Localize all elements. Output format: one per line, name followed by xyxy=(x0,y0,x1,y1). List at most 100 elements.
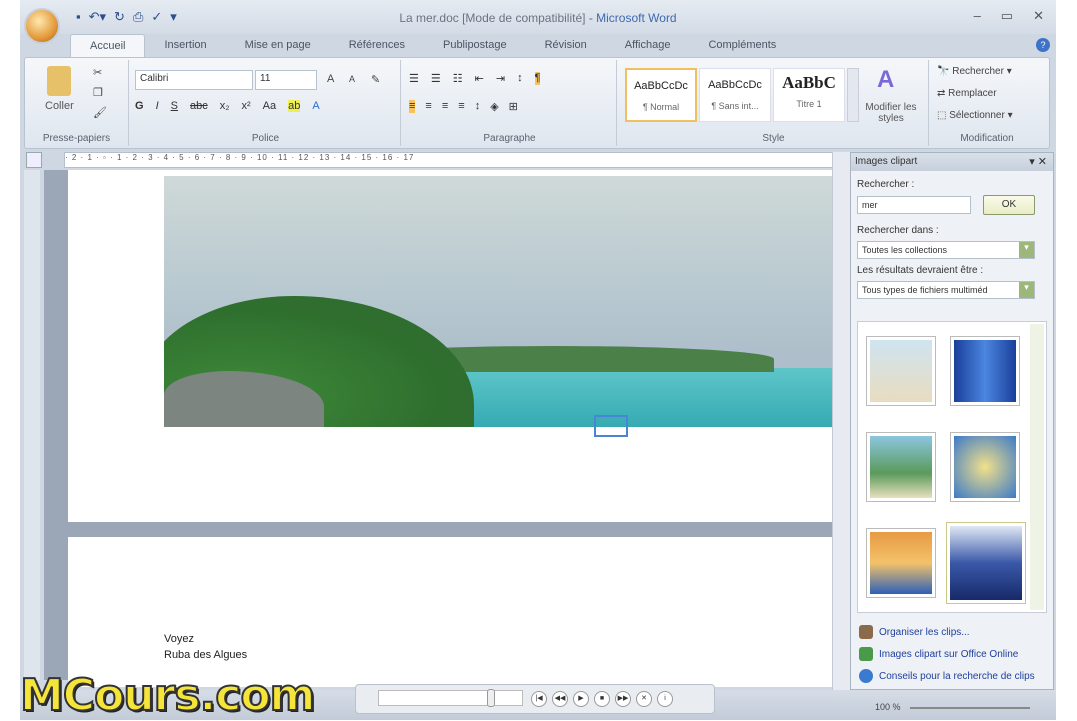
increase-indent-icon[interactable]: ⇥ xyxy=(496,72,505,85)
horizontal-ruler[interactable]: · 2 · 1 · ▫ · 1 · 2 · 3 · 4 · 5 · 6 · 7 … xyxy=(64,152,844,168)
font-color-icon[interactable]: A xyxy=(312,100,319,112)
info-icon[interactable]: i xyxy=(657,691,673,707)
close-icon[interactable]: ✕ xyxy=(636,691,652,707)
tab-affichage[interactable]: Affichage xyxy=(606,34,690,58)
highlight-icon[interactable]: ab xyxy=(288,100,301,112)
help-icon[interactable]: ? xyxy=(1036,38,1050,52)
bullets-icon[interactable]: ☰ xyxy=(409,72,419,85)
zoom-slider[interactable] xyxy=(910,707,1030,709)
clear-format-icon[interactable]: ✎ xyxy=(371,73,380,86)
replace-button[interactable]: ⇄ Remplacer xyxy=(937,88,997,99)
tab-revision[interactable]: Révision xyxy=(526,34,606,58)
tab-selector[interactable] xyxy=(26,152,42,168)
font-name-select[interactable]: Calibri xyxy=(135,70,253,90)
document-area[interactable]: Voyez Ruba des Algues xyxy=(44,170,844,687)
superscript-icon[interactable]: x² xyxy=(242,100,251,112)
select-button[interactable]: ⬚ Sélectionner ▾ xyxy=(937,110,1013,121)
clip-vacation[interactable] xyxy=(950,432,1020,502)
search-input[interactable]: mer xyxy=(857,196,971,214)
vertical-ruler[interactable] xyxy=(24,170,40,680)
first-icon[interactable]: |◀ xyxy=(531,691,547,707)
shrink-font-icon[interactable]: A xyxy=(349,74,355,84)
minimize-button[interactable]: – xyxy=(974,8,981,24)
style-heading-1[interactable]: AaBbC Titre 1 xyxy=(773,68,845,122)
results-type-select[interactable]: Tous types de fichiers multiméd ▾ xyxy=(857,281,1035,299)
search-in-select[interactable]: Toutes les collections ▾ xyxy=(857,241,1035,259)
change-styles-icon[interactable]: A xyxy=(877,66,894,94)
sea-photo[interactable] xyxy=(164,176,832,427)
copy-icon[interactable]: ❐ xyxy=(93,86,103,99)
find-button[interactable]: 🔭 Rechercher ▾ xyxy=(937,66,1012,77)
styles-scroll[interactable] xyxy=(847,68,859,122)
text-line[interactable]: Ruba des Algues xyxy=(164,649,247,661)
cut-icon[interactable]: ✂ xyxy=(93,66,102,79)
forward-icon[interactable]: ▶▶ xyxy=(615,691,631,707)
align-left-icon[interactable]: ≡ xyxy=(409,100,416,113)
underline-icon[interactable]: S xyxy=(171,100,178,112)
close-button[interactable]: ✕ xyxy=(1033,8,1044,24)
group-font: Calibri 11 A A ✎ G I Sabc x₂ x² Aa ab A Police xyxy=(131,60,401,146)
paste-icon[interactable] xyxy=(47,66,71,96)
rewind-icon[interactable]: ◀◀ xyxy=(552,691,568,707)
maximize-button[interactable]: ▭ xyxy=(1001,8,1013,24)
page[interactable]: Voyez Ruba des Algues xyxy=(68,537,832,687)
clip-beach[interactable] xyxy=(866,336,936,406)
chevron-down-icon[interactable]: ▾ xyxy=(1019,242,1034,258)
chevron-down-icon[interactable]: ▾ xyxy=(1019,282,1034,298)
pane-close-icon[interactable]: ▾ ✕ xyxy=(1029,155,1047,168)
tab-mise-en-page[interactable]: Mise en page xyxy=(226,34,330,58)
text-line[interactable]: Voyez xyxy=(164,633,194,645)
format-painter-icon[interactable]: 🖌 xyxy=(93,106,107,119)
page[interactable] xyxy=(68,170,832,522)
numbering-icon[interactable]: ☰ xyxy=(431,72,441,85)
tab-insertion[interactable]: Insertion xyxy=(145,34,225,58)
decrease-indent-icon[interactable]: ⇤ xyxy=(475,72,484,85)
shading-icon[interactable]: ◈ xyxy=(490,100,498,113)
organize-clips-link[interactable]: Organiser les clips... xyxy=(859,625,970,639)
align-right-icon[interactable]: ≡ xyxy=(442,100,448,113)
clip-palm-beach[interactable] xyxy=(866,432,936,502)
clip-house-sunset[interactable] xyxy=(866,528,936,598)
title-bar: ▪ ↶▾ ↻ ⎙ ✓ ▾ La mer.doc [Mode de compatibilit… xyxy=(20,0,1056,34)
tab-publipostage[interactable]: Publipostage xyxy=(424,34,526,58)
justify-icon[interactable]: ≡ xyxy=(458,100,464,113)
line-spacing-icon[interactable]: ↕ xyxy=(475,100,481,113)
font-size-select[interactable]: 11 xyxy=(255,70,317,90)
vertical-scrollbar[interactable] xyxy=(832,152,850,690)
clipart-pane: Images clipart ▾ ✕ Rechercher : mer OK Re… xyxy=(850,152,1054,690)
bold-icon[interactable]: G xyxy=(135,100,144,112)
sort-icon[interactable]: ↕ xyxy=(517,72,523,85)
multilevel-icon[interactable]: ☷ xyxy=(453,72,463,85)
clip-seascape[interactable] xyxy=(946,522,1026,604)
style-normal[interactable]: AaBbCcDc ¶ Normal xyxy=(625,68,697,122)
group-paragraph: ☰ ☰ ☷ ⇤ ⇥ ↕ ¶ ≡ ≡ ≡ ≡ ↕ ◈ ⊞ Paragraphe xyxy=(403,60,617,146)
office-online-link[interactable]: Images clipart sur Office Online xyxy=(859,647,1018,661)
mcours-watermark: MCours.com xyxy=(19,669,316,721)
change-styles-button[interactable]: Modifier les styles xyxy=(863,102,919,124)
pane-title: Images clipart xyxy=(855,156,918,167)
align-center-icon[interactable]: ≡ xyxy=(425,100,431,113)
clip-blue-abstract[interactable] xyxy=(950,336,1020,406)
office-button[interactable] xyxy=(24,8,60,44)
window-title: La mer.doc [Mode de compatibilité] - Mic… xyxy=(399,11,677,25)
show-marks-icon[interactable]: ¶ xyxy=(534,72,541,85)
tab-references[interactable]: Références xyxy=(330,34,424,58)
subscript-icon[interactable]: x₂ xyxy=(220,100,230,112)
media-progress-slider[interactable] xyxy=(378,689,523,707)
search-tips-link[interactable]: Conseils pour la recherche de clips xyxy=(859,669,1035,683)
stop-icon[interactable]: ■ xyxy=(594,691,610,707)
zoom-level[interactable]: 100 % xyxy=(875,702,901,712)
play-icon[interactable]: ▶ xyxy=(573,691,589,707)
italic-icon[interactable]: I xyxy=(156,100,159,112)
tab-accueil[interactable]: Accueil xyxy=(70,34,146,58)
style-no-spacing[interactable]: AaBbCcDc ¶ Sans int... xyxy=(699,68,771,122)
results-scrollbar[interactable] xyxy=(1030,324,1044,610)
strikethrough-icon[interactable]: abc xyxy=(190,100,208,112)
tab-complements[interactable]: Compléments xyxy=(689,34,795,58)
ok-button[interactable]: OK xyxy=(983,195,1035,215)
grow-font-icon[interactable]: A xyxy=(327,73,334,85)
ribbon: Coller ✂ ❐ 🖌 Presse-papiers Calibri 11 A… xyxy=(24,57,1050,149)
borders-icon[interactable]: ⊞ xyxy=(509,100,518,113)
paste-button[interactable]: Coller xyxy=(45,100,74,112)
change-case-icon[interactable]: Aa xyxy=(263,100,276,112)
